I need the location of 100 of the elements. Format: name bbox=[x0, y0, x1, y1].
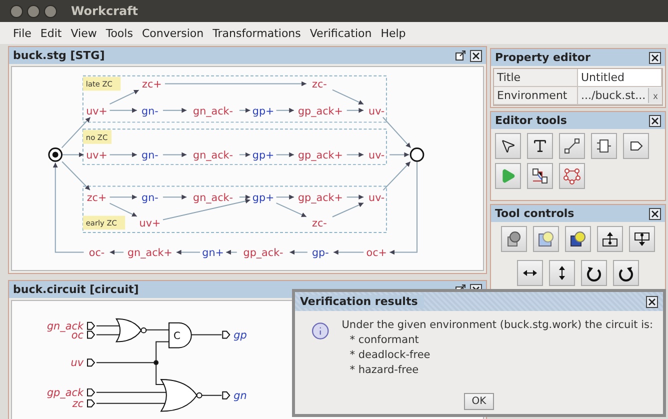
property-value-field[interactable]: Untitled bbox=[578, 69, 662, 87]
menu-item[interactable]: Verification bbox=[310, 26, 372, 40]
transition-label: gn- bbox=[142, 192, 158, 204]
property-value-field[interactable]: .../buck.st... x bbox=[578, 87, 662, 105]
menu-item[interactable]: Tools bbox=[106, 26, 133, 40]
maximize-button[interactable] bbox=[44, 4, 57, 18]
window-title: Workcraft bbox=[71, 4, 138, 18]
shape-fill-icon bbox=[537, 230, 555, 248]
arc-arrow bbox=[276, 152, 295, 158]
place bbox=[410, 148, 424, 162]
transition-label: uv- bbox=[368, 150, 385, 162]
port-icon bbox=[87, 358, 96, 367]
arc-arrow bbox=[109, 108, 138, 113]
arc-arrow bbox=[162, 108, 188, 113]
port-label: gp_ack bbox=[46, 386, 84, 399]
maximize-icon[interactable] bbox=[455, 50, 466, 61]
panel-title: buck.circuit [circuit] bbox=[13, 283, 140, 296]
arc-arrow bbox=[109, 202, 138, 217]
clear-button[interactable]: x bbox=[648, 88, 662, 103]
dialog-message: Under the given environment (buck.stg.work) the circuit is: bbox=[342, 319, 653, 331]
transition-label: gn_ack+ bbox=[128, 247, 172, 260]
port-label: gp bbox=[234, 329, 247, 342]
menu-item[interactable]: File bbox=[13, 26, 32, 40]
arc-arrow bbox=[276, 194, 295, 200]
pointer-icon bbox=[500, 138, 516, 154]
gate-tool-button[interactable] bbox=[623, 133, 649, 159]
transition-label: gp_ack+ bbox=[298, 192, 343, 204]
menu-item[interactable]: Transformations bbox=[212, 26, 301, 40]
menu-item[interactable]: Conversion bbox=[142, 26, 204, 40]
arc-arrow bbox=[109, 250, 124, 255]
port-label: gn bbox=[234, 390, 247, 402]
arc-arrow bbox=[346, 152, 364, 158]
select-tool-button[interactable] bbox=[495, 133, 521, 159]
move-up-icon bbox=[601, 230, 619, 248]
transition-label: gn- bbox=[142, 105, 158, 118]
rotate-clockwise-icon bbox=[585, 264, 603, 282]
arc-arrow bbox=[332, 89, 364, 105]
arc-arrow bbox=[382, 116, 412, 148]
close-button[interactable] bbox=[649, 114, 661, 126]
transition-label: oc+ bbox=[366, 247, 387, 260]
transition-label: gn- bbox=[142, 150, 158, 162]
tool-control-button[interactable] bbox=[517, 260, 543, 286]
tool-control-button[interactable] bbox=[613, 260, 639, 286]
arc-arrow bbox=[276, 108, 295, 113]
menu-item[interactable]: Edit bbox=[40, 26, 62, 40]
transition-label: uv- bbox=[368, 192, 385, 204]
transition-label: uv+ bbox=[86, 150, 108, 162]
tool-control-button[interactable] bbox=[629, 226, 655, 252]
close-button[interactable] bbox=[649, 52, 661, 64]
transition-label: gp_ack+ bbox=[298, 105, 343, 118]
port-icon bbox=[222, 330, 230, 339]
arc-arrow bbox=[162, 152, 188, 158]
tool-control-button[interactable] bbox=[501, 226, 527, 252]
transition-label: gp_ack+ bbox=[298, 150, 343, 162]
swap-icon bbox=[531, 167, 549, 185]
close-button[interactable] bbox=[470, 50, 482, 62]
transition-label: uv- bbox=[368, 105, 385, 118]
tool-control-button[interactable] bbox=[597, 226, 623, 252]
panel-title: Property editor bbox=[495, 51, 592, 64]
close-button[interactable] bbox=[649, 208, 661, 220]
close-button[interactable] bbox=[646, 296, 658, 308]
arc-arrow bbox=[276, 202, 307, 218]
arc-arrow bbox=[109, 152, 138, 158]
nor-gate bbox=[116, 318, 147, 342]
transition-label: zc- bbox=[312, 218, 327, 230]
transition-label: uv+ bbox=[139, 218, 161, 230]
arc-arrow bbox=[238, 108, 251, 113]
port-label: uv bbox=[70, 357, 84, 370]
menu-item[interactable]: View bbox=[70, 26, 97, 40]
minimize-button[interactable] bbox=[27, 4, 40, 18]
transition-label: gp- bbox=[312, 247, 329, 260]
transition-label: zc- bbox=[312, 78, 327, 91]
tool-control-button[interactable] bbox=[581, 260, 607, 286]
rotate-counterclockwise-icon bbox=[617, 264, 635, 282]
arc-arrow bbox=[176, 250, 201, 255]
ok-button[interactable]: OK bbox=[464, 393, 494, 410]
tool-control-button[interactable] bbox=[549, 260, 575, 286]
result-item: * hazard-free bbox=[348, 364, 420, 376]
arc-arrow bbox=[346, 108, 364, 113]
graph-icon bbox=[563, 167, 581, 185]
property-name: Environment bbox=[494, 87, 578, 105]
graph-tool-button[interactable] bbox=[559, 163, 585, 189]
connection-icon bbox=[563, 137, 581, 155]
play-icon bbox=[500, 168, 516, 184]
menu-item[interactable]: Help bbox=[380, 26, 406, 40]
c-element-gate: C bbox=[168, 322, 192, 348]
arc-arrow bbox=[109, 90, 140, 105]
panel-title: Editor tools bbox=[495, 114, 568, 127]
transition-label: gn_ack- bbox=[193, 192, 234, 204]
transition-label: zc+ bbox=[86, 192, 107, 204]
tool-control-button[interactable] bbox=[565, 226, 591, 252]
connect-tool-button[interactable] bbox=[559, 133, 585, 159]
swap-tool-button[interactable] bbox=[527, 163, 553, 189]
nor-gate bbox=[160, 379, 202, 412]
transition-label: gn+ bbox=[202, 247, 224, 260]
transition-label: gp+ bbox=[252, 150, 274, 162]
text-tool-button[interactable] bbox=[527, 133, 553, 159]
transition-label: gp_ack- bbox=[243, 247, 284, 260]
initial-place bbox=[48, 148, 62, 162]
component-tool-button[interactable] bbox=[591, 133, 617, 159]
